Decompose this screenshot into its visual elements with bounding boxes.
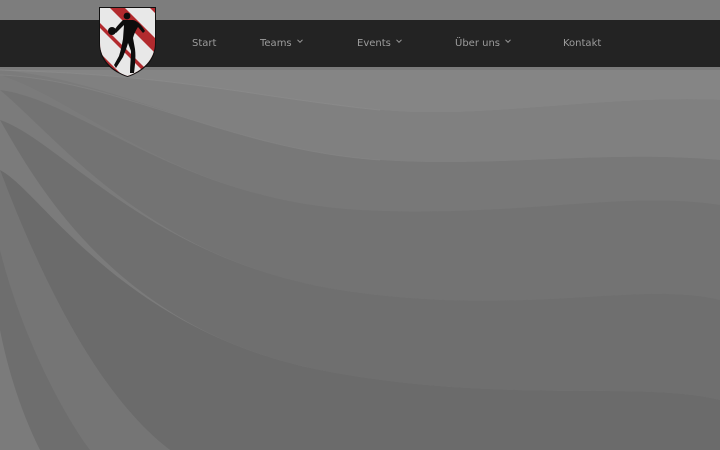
nav-item-label: Teams <box>260 38 292 49</box>
nav-item-teams[interactable]: Teams <box>260 20 303 67</box>
chevron-down-icon <box>396 39 402 44</box>
nav-item-label: Kontakt <box>563 38 602 49</box>
nav-item-start[interactable]: Start <box>192 20 216 67</box>
nav-item-label: Events <box>357 38 391 49</box>
nav-item-label: Start <box>192 38 217 49</box>
nav-item-events[interactable]: Events <box>357 20 402 67</box>
nav-item-ueber-uns[interactable]: Über uns <box>455 20 511 67</box>
nav-item-kontakt[interactable]: Kontakt <box>563 20 601 67</box>
chevron-down-icon <box>296 39 303 44</box>
handball-player-crest-icon[interactable] <box>97 5 158 78</box>
nav-item-label: Über uns <box>455 38 500 49</box>
chevron-down-icon <box>505 39 511 44</box>
